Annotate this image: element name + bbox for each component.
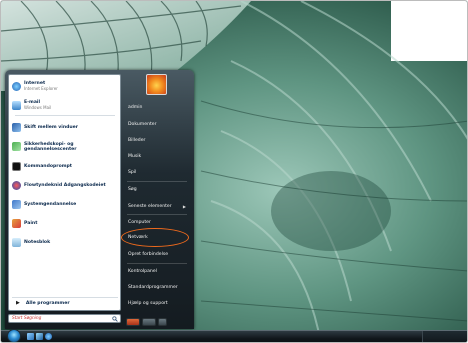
right-item-label: Musik (128, 154, 142, 159)
right-item-kontrolpanel[interactable]: Kontrolpanel (123, 266, 191, 277)
start-search-input[interactable]: Start Søgning (8, 314, 121, 323)
recent-program-label: Notesblok (24, 239, 51, 245)
notepad-icon (12, 237, 21, 247)
system-tray (422, 331, 467, 342)
recent-program-item[interactable]: Sikkerhedskopi- og gendannelsescenter (12, 138, 120, 155)
backup-icon (12, 142, 21, 151)
recent-program-item[interactable]: Paint (12, 216, 120, 230)
network-highlight-ring (121, 228, 189, 247)
right-item-dokumenter[interactable]: Dokumenter (123, 119, 191, 130)
internet-explorer-icon (12, 81, 21, 91)
right-item-seneste-elementer[interactable]: Seneste elementer ▶ (123, 201, 191, 212)
right-item-label: Computer (128, 220, 151, 225)
start-menu: Internet Internet Explorer E-mail Window… (5, 70, 194, 329)
right-separator (127, 214, 187, 215)
desktop-screen: Internet Internet Explorer E-mail Window… (0, 0, 468, 343)
pinned-separator (15, 115, 115, 116)
right-item-label: Opret forbindelse (128, 252, 169, 257)
command-prompt-icon (12, 161, 21, 171)
power-button[interactable] (126, 317, 140, 326)
right-item-label: Kontrolpanel (128, 269, 157, 274)
recent-program-label: Kommandoprompt (24, 163, 73, 169)
recent-program-item[interactable]: Kommandoprompt (12, 159, 120, 173)
right-separator (127, 181, 187, 182)
recent-program-label: Flowtyndeknid Adgangskodeiet (24, 182, 106, 188)
pinned-subtitle: Internet Explorer (24, 86, 58, 91)
all-programs-button[interactable]: ▶ Alle programmer (12, 297, 118, 308)
right-item-admin[interactable]: admin (123, 102, 191, 113)
system-restore-icon (12, 199, 21, 209)
programs-pane: Internet Internet Explorer E-mail Window… (8, 74, 121, 311)
recent-program-label: Sikkerhedskopi- og gendannelsescenter (24, 141, 77, 152)
right-item-label: Seneste elementer (128, 204, 172, 209)
right-item-label: Dokumenter (128, 122, 157, 127)
show-desktop-icon[interactable] (27, 333, 34, 340)
right-separator (127, 263, 187, 264)
switch-windows-icon[interactable] (36, 333, 43, 340)
recent-program-label: Paint (24, 220, 38, 226)
right-item-label: admin (128, 105, 143, 110)
pinned-internet[interactable]: Internet Internet Explorer (12, 79, 120, 93)
right-item-label: Billeder (128, 138, 146, 143)
user-picture[interactable] (146, 74, 167, 95)
all-programs-label: Alle programmer (25, 300, 70, 306)
help-icon (12, 180, 21, 190)
pinned-email[interactable]: E-mail Windows Mail (12, 98, 120, 112)
right-item-hjaelp-og-support[interactable]: Hjælp og support (123, 298, 191, 309)
recent-program-item[interactable]: Flowtyndeknid Adgangskodeiet (12, 178, 120, 192)
internet-explorer-icon[interactable] (45, 333, 52, 340)
recent-program-item[interactable]: Systemgendannelse (12, 197, 120, 211)
right-item-label: Standardprogrammer (128, 285, 178, 290)
paint-icon (12, 218, 21, 228)
search-placeholder: Start Søgning (12, 316, 42, 321)
right-item-label: Søg (128, 187, 137, 192)
right-item-standardprogrammer[interactable]: Standardprogrammer (123, 282, 191, 293)
recent-program-label: Systemgendannelse (24, 201, 77, 207)
right-item-label: Hjælp og support (128, 301, 168, 306)
right-item-label: Spil (128, 170, 137, 175)
right-item-musik[interactable]: Musik (123, 151, 191, 162)
right-item-spil[interactable]: Spil (123, 167, 191, 178)
arrow-right-icon: ▶ (16, 300, 20, 306)
search-icon (112, 316, 118, 322)
switch-windows-icon (12, 122, 21, 132)
right-item-soeg[interactable]: Søg (123, 184, 191, 195)
mail-icon (12, 100, 21, 110)
submenu-arrow-icon: ▶ (182, 204, 186, 209)
recent-program-label: Skift mellem vinduer (24, 124, 79, 130)
taskbar (1, 330, 467, 342)
recent-program-item[interactable]: Skift mellem vinduer (12, 120, 120, 134)
lock-button[interactable] (142, 317, 156, 326)
start-button[interactable] (7, 329, 21, 342)
shutdown-options-button[interactable] (158, 317, 167, 326)
right-item-computer[interactable]: Computer (123, 217, 191, 228)
pinned-subtitle: Windows Mail (24, 105, 52, 110)
recent-program-item[interactable]: Notesblok (12, 235, 120, 249)
right-item-billeder[interactable]: Billeder (123, 135, 191, 146)
right-item-opret-forbindelse[interactable]: Opret forbindelse (123, 249, 191, 260)
shutdown-controls (126, 317, 190, 326)
